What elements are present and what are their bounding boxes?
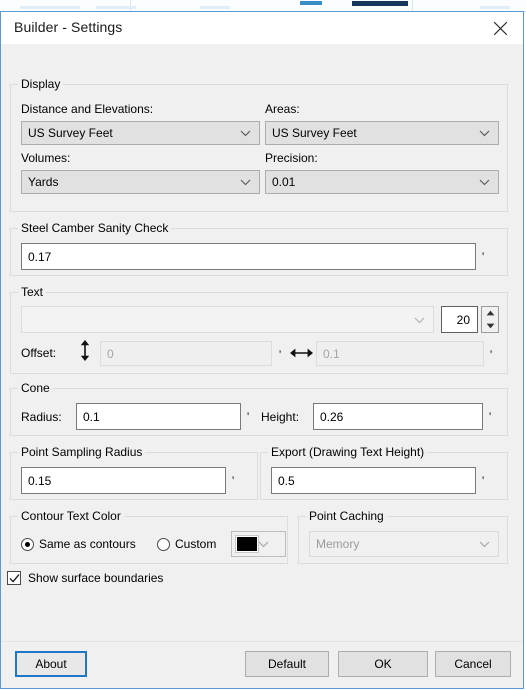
stepper-down-icon[interactable]	[482, 320, 498, 333]
display-group: Display Distance and Elevations: US Surv…	[10, 77, 508, 212]
arrows-horizontal-icon	[289, 345, 313, 361]
default-button[interactable]: Default	[245, 651, 329, 677]
text-group: Text 20 Offset: 0 ' 0.1 '	[10, 285, 508, 374]
point-sampling-input[interactable]: 0.15	[21, 467, 226, 494]
cone-group: Cone Radius: 0.1 ' Height: 0.26 '	[10, 381, 508, 436]
text-style-select[interactable]	[21, 306, 434, 333]
volumes-label: Volumes:	[21, 151, 71, 165]
cancel-button[interactable]: Cancel	[435, 651, 511, 677]
display-group-title: Display	[18, 77, 64, 92]
chevron-down-icon	[414, 313, 425, 327]
dialog-footer: About Default OK Cancel	[1, 641, 523, 688]
offset-vertical-input[interactable]: 0	[100, 341, 272, 366]
contour-text-color-group: Contour Text Color Same as contours Cust…	[10, 509, 288, 564]
dialog-content: Display Distance and Elevations: US Surv…	[1, 44, 523, 641]
point-caching-group: Point Caching Memory	[298, 509, 508, 564]
radio-custom-label: Custom	[175, 537, 217, 551]
offset-label: Offset:	[21, 346, 57, 360]
default-button-label: Default	[267, 657, 307, 671]
cone-radius-input[interactable]: 0.1	[76, 403, 241, 430]
distance-elevations-value: US Survey Feet	[28, 126, 113, 140]
check-icon	[9, 574, 20, 583]
point-sampling-group-title: Point Sampling Radius	[18, 445, 146, 460]
precision-select[interactable]: 0.01	[265, 170, 499, 194]
cone-radius-unit: '	[247, 409, 250, 423]
radio-same-as-contours[interactable]: Same as contours	[21, 537, 136, 551]
steel-camber-input[interactable]: 0.17	[21, 243, 476, 270]
contour-text-color-group-title: Contour Text Color	[18, 509, 124, 524]
precision-value: 0.01	[272, 175, 296, 189]
cone-height-unit: '	[489, 409, 492, 423]
distance-elevations-select[interactable]: US Survey Feet	[21, 121, 260, 145]
offset-horizontal-unit: '	[490, 347, 493, 361]
areas-label: Areas:	[265, 102, 300, 116]
radio-custom[interactable]: Custom	[157, 537, 216, 551]
volumes-select[interactable]: Yards	[21, 170, 260, 194]
settings-dialog: Builder - Settings Display Distance and …	[0, 11, 524, 689]
cone-group-title: Cone	[18, 381, 53, 396]
chevron-down-icon	[479, 537, 490, 551]
export-text-height-value: 0.5	[278, 473, 295, 488]
close-icon[interactable]	[477, 12, 523, 44]
steel-camber-unit: '	[482, 249, 485, 263]
steel-camber-value: 0.17	[28, 249, 52, 264]
ok-button[interactable]: OK	[338, 651, 428, 677]
chevron-down-icon	[479, 126, 490, 140]
show-surface-boundaries-label: Show surface boundaries	[28, 571, 164, 585]
export-group-title: Export (Drawing Text Height)	[268, 445, 428, 460]
cone-height-value: 0.26	[320, 409, 344, 424]
text-size-input[interactable]: 20	[441, 306, 478, 333]
chevron-down-icon	[479, 175, 490, 189]
export-text-height-unit: '	[482, 473, 485, 487]
dialog-titlebar[interactable]: Builder - Settings	[1, 12, 523, 44]
show-surface-boundaries-checkbox[interactable]: Show surface boundaries	[7, 571, 163, 585]
cone-height-input[interactable]: 0.26	[313, 403, 483, 430]
steel-camber-group-title: Steel Camber Sanity Check	[18, 221, 172, 236]
about-button[interactable]: About	[15, 651, 87, 677]
radio-same-as-contours-label: Same as contours	[39, 537, 136, 551]
areas-value: US Survey Feet	[272, 126, 357, 140]
checkbox-indicator[interactable]	[7, 571, 21, 585]
point-caching-select[interactable]: Memory	[309, 531, 499, 557]
stepper-up-icon[interactable]	[482, 307, 498, 320]
point-caching-group-title: Point Caching	[306, 509, 387, 524]
contour-color-select[interactable]	[231, 531, 286, 557]
cone-radius-label: Radius:	[21, 410, 62, 424]
export-group: Export (Drawing Text Height) 0.5 '	[260, 445, 508, 500]
steel-camber-group: Steel Camber Sanity Check 0.17 '	[10, 221, 508, 276]
radio-custom-indicator[interactable]	[157, 537, 170, 551]
color-swatch	[235, 535, 259, 553]
point-sampling-group: Point Sampling Radius 0.15 '	[10, 445, 258, 500]
offset-horizontal-value: 0.1	[323, 346, 340, 361]
point-sampling-value: 0.15	[28, 473, 52, 488]
dialog-title: Builder - Settings	[14, 19, 123, 35]
offset-horizontal-input[interactable]: 0.1	[316, 341, 484, 366]
cancel-button-label: Cancel	[454, 657, 492, 671]
chevron-down-icon	[240, 126, 251, 140]
export-text-height-input[interactable]: 0.5	[271, 467, 476, 494]
precision-label: Precision:	[265, 151, 318, 165]
chevron-down-icon	[258, 537, 269, 551]
volumes-value: Yards	[28, 175, 59, 189]
text-size-value: 20	[456, 312, 470, 327]
point-caching-value: Memory	[316, 537, 360, 551]
offset-vertical-unit: '	[279, 347, 282, 361]
cone-height-label: Height:	[261, 410, 300, 424]
ok-button-label: OK	[374, 657, 392, 671]
distance-elevations-label: Distance and Elevations:	[21, 102, 154, 116]
about-button-label: About	[35, 657, 67, 671]
offset-vertical-value: 0	[107, 346, 114, 361]
text-size-stepper[interactable]	[481, 306, 499, 333]
point-sampling-unit: '	[232, 473, 235, 487]
chevron-down-icon	[240, 175, 251, 189]
areas-select[interactable]: US Survey Feet	[265, 121, 499, 145]
arrows-vertical-icon	[77, 339, 93, 361]
cone-radius-value: 0.1	[83, 409, 100, 424]
radio-same-as-contours-indicator[interactable]	[21, 537, 34, 551]
text-group-title: Text	[18, 285, 47, 300]
